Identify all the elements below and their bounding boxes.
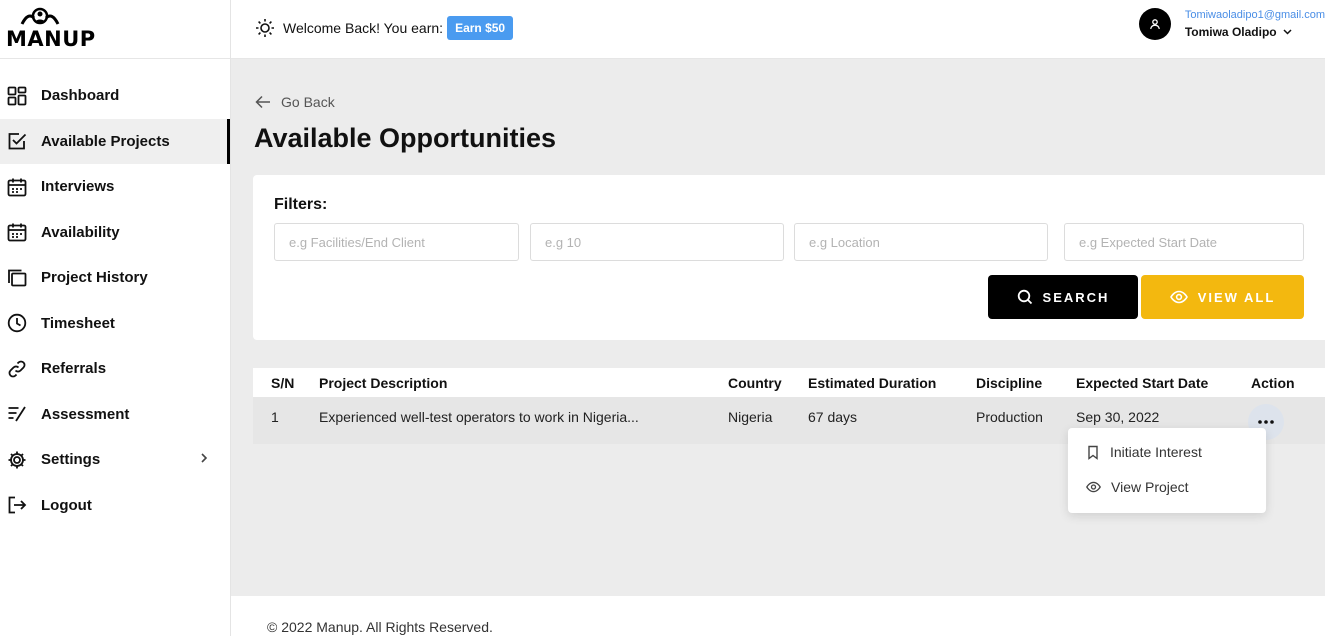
sidebar-item-label: Timesheet — [41, 314, 115, 332]
row-country: Nigeria — [728, 409, 773, 425]
sidebar-item-label: Referrals — [41, 360, 107, 378]
more-horizontal-icon — [1258, 420, 1274, 424]
search-button-label: SEARCH — [1042, 289, 1110, 305]
action-dropdown-menu: Initiate Interest View Project — [1068, 428, 1266, 513]
eye-icon — [1169, 290, 1188, 304]
view-all-button-label: VIEW ALL — [1197, 289, 1276, 305]
sidebar-item-timesheet[interactable]: Timesheet — [0, 301, 230, 347]
brand-name: MANUP — [6, 27, 96, 51]
column-header: Estimated Duration — [808, 375, 937, 391]
row-start-date: Sep 30, 2022 — [1076, 409, 1160, 425]
menu-item-label: Initiate Interest — [1110, 444, 1202, 460]
filters-panel: Filters: SEARCH VIEW ALL — [253, 175, 1325, 340]
sidebar-item-label: Project History — [41, 269, 148, 287]
grid-icon — [7, 86, 27, 106]
eye-icon — [1086, 481, 1101, 493]
sidebar-item-availability[interactable]: Availability — [0, 210, 230, 256]
user-name-text: Tomiwa Oladipo — [1184, 25, 1277, 39]
gear-icon — [7, 450, 27, 470]
column-header: Discipline — [976, 375, 1043, 391]
menu-item-label: View Project — [1111, 479, 1189, 495]
go-back-link[interactable]: Go Back — [255, 94, 335, 110]
go-back-label: Go Back — [281, 94, 335, 110]
calendar-icon — [7, 222, 27, 242]
sidebar-item-dashboard[interactable]: Dashboard — [0, 73, 230, 119]
sidebar-item-label: Availability — [41, 223, 120, 241]
arrow-left-icon — [255, 95, 270, 109]
initiate-interest-menu-item[interactable]: Initiate Interest — [1086, 444, 1202, 460]
row-sn: 1 — [271, 409, 279, 425]
sidebar-item-label: Settings — [41, 451, 101, 469]
table-header: S/N Project Description Country Estimate… — [253, 368, 1325, 397]
check-square-icon — [7, 131, 27, 151]
logout-icon — [7, 495, 27, 515]
chevron-down-icon — [1283, 29, 1292, 35]
location-filter-input[interactable] — [794, 223, 1048, 261]
column-header: Project Description — [319, 375, 448, 391]
footer-copyright: © 2022 Manup. All Rights Reserved. — [267, 619, 493, 635]
sidebar-item-label: Logout — [41, 496, 92, 514]
sidebar-item-interviews[interactable]: Interviews — [0, 164, 230, 210]
link-icon — [7, 359, 27, 379]
search-icon — [1017, 289, 1032, 305]
client-filter-input[interactable] — [274, 223, 519, 261]
logo[interactable]: MANUP — [0, 0, 230, 59]
footer: © 2022 Manup. All Rights Reserved. — [231, 596, 1325, 636]
user-name[interactable]: Tomiwa Oladipo — [1185, 25, 1292, 39]
sidebar-item-label: Available Projects — [41, 132, 170, 150]
clock-icon — [7, 313, 27, 333]
filters-label: Filters: — [274, 196, 328, 213]
row-duration: 67 days — [808, 409, 858, 425]
sidebar-item-available-projects[interactable]: Available Projects — [0, 118, 230, 164]
avatar[interactable] — [1138, 8, 1171, 40]
sidebar-item-label: Dashboard — [41, 87, 120, 105]
assessment-icon — [7, 404, 27, 424]
bookmark-icon — [1088, 445, 1098, 460]
view-all-button[interactable]: VIEW ALL — [1141, 275, 1304, 319]
sidebar: MANUP Dashboard Available Projects Inter… — [0, 0, 231, 636]
calendar-icon — [7, 177, 27, 197]
sun-icon — [256, 19, 274, 37]
chevron-right-icon — [201, 453, 208, 463]
welcome-message: Welcome Back! You earn: Earn $50 — [255, 16, 514, 40]
search-button[interactable]: SEARCH — [988, 275, 1138, 319]
row-description: Experienced well-test operators to work … — [319, 409, 639, 425]
column-header: Expected Start Date — [1076, 375, 1209, 391]
sidebar-item-referrals[interactable]: Referrals — [0, 346, 230, 392]
sidebar-item-logout[interactable]: Logout — [0, 483, 230, 529]
page-title: Available Opportunities — [254, 123, 557, 153]
duration-filter-input[interactable] — [530, 223, 784, 261]
sidebar-item-label: Interviews — [41, 178, 115, 196]
view-project-menu-item[interactable]: View Project — [1086, 479, 1189, 495]
folders-icon — [7, 268, 27, 288]
sidebar-item-assessment[interactable]: Assessment — [0, 392, 230, 438]
sidebar-item-settings[interactable]: Settings — [0, 437, 230, 483]
top-bar: Welcome Back! You earn: Earn $50 Tomiwao… — [231, 0, 1325, 59]
column-header: S/N — [271, 375, 295, 391]
sidebar-nav: Dashboard Available Projects Interviews … — [0, 73, 230, 528]
user-menu[interactable]: Tomiwaoladipo1@gmail.com Tomiwa Oladipo — [1138, 8, 1325, 40]
column-header: Action — [1251, 375, 1295, 391]
start-date-filter-input[interactable] — [1064, 223, 1304, 261]
column-header: Country — [728, 375, 782, 391]
sidebar-item-project-history[interactable]: Project History — [0, 255, 230, 301]
user-email: Tomiwaoladipo1@gmail.com — [1184, 9, 1325, 21]
user-info: Tomiwaoladipo1@gmail.com Tomiwa Oladipo — [1185, 9, 1325, 39]
welcome-text: Welcome Back! You earn: — [283, 20, 444, 36]
sidebar-item-label: Assessment — [41, 405, 130, 423]
row-discipline: Production — [976, 409, 1043, 425]
earn-badge[interactable]: Earn $50 — [447, 16, 514, 40]
logo-mark-icon — [20, 7, 60, 25]
user-icon — [1149, 19, 1160, 30]
